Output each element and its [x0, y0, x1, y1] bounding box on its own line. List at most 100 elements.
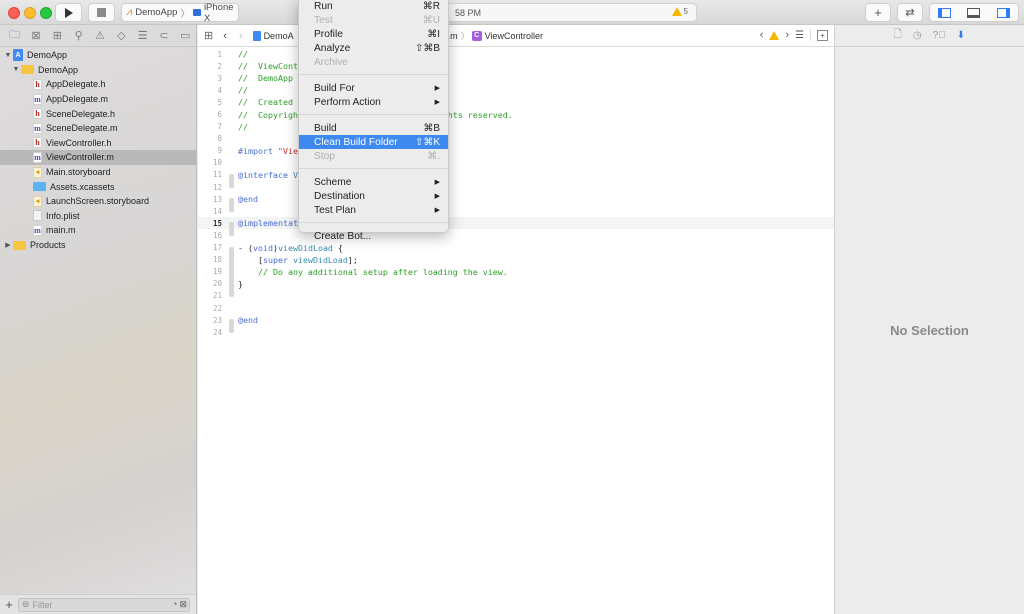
file-tree-item[interactable]: h SceneDelegate.h: [0, 106, 196, 121]
file-tree-item[interactable]: ◂ Main.storyboard: [0, 165, 196, 180]
menu-item-test-plan[interactable]: Test Plan ▶: [299, 203, 448, 217]
code-line[interactable]: 24: [198, 326, 834, 338]
menu-item-test[interactable]: Test ⌘U: [299, 13, 448, 27]
warning-icon[interactable]: ⚠: [89, 26, 110, 46]
code-line[interactable]: 5 // Created: [198, 96, 834, 108]
file-tree-item[interactable]: ▼ DemoApp: [0, 63, 196, 78]
file-tree-item[interactable]: h ViewController.h: [0, 136, 196, 151]
breadcrumb-file[interactable]: .m 〉: [448, 29, 470, 42]
stop-button[interactable]: [88, 3, 115, 22]
file-tree-item[interactable]: ◂ LaunchScreen.storyboard: [0, 194, 196, 209]
disclosure-expanded-icon[interactable]: ▼: [11, 66, 21, 73]
code-line[interactable]: 21: [198, 290, 834, 302]
menu-item-archive[interactable]: Archive: [299, 55, 448, 69]
test-diamond-icon[interactable]: ◇: [111, 26, 132, 46]
menu-item-profile[interactable]: Profile ⌘I: [299, 27, 448, 41]
add-file-button[interactable]: +: [0, 597, 18, 612]
code-line[interactable]: 8: [198, 133, 834, 145]
code-line[interactable]: 17- (void) viewDidLoad {: [198, 242, 834, 261]
menu-item-clean-build-folder[interactable]: Clean Build Folder ⇧⌘K: [299, 135, 448, 149]
library-button[interactable]: +: [865, 3, 891, 22]
breadcrumb-symbol[interactable]: C ViewController: [471, 30, 543, 41]
add-editor-icon[interactable]: +: [817, 29, 828, 41]
toggle-inspector-button[interactable]: [996, 7, 1010, 18]
run-button[interactable]: [55, 3, 82, 22]
warning-icon[interactable]: [769, 30, 780, 40]
file-inspector-icon[interactable]: 🗋: [894, 27, 902, 44]
code-line[interactable]: 12: [198, 181, 834, 193]
minimize-window-button[interactable]: [24, 7, 36, 19]
folder-icon[interactable]: 🗀: [4, 26, 25, 46]
menu-item-build[interactable]: Build ⌘B: [299, 121, 448, 135]
file-tree-item[interactable]: Assets.xcassets: [0, 179, 196, 194]
code-line[interactable]: 1 //: [198, 48, 834, 60]
code-token: [: [238, 254, 263, 265]
code-line[interactable]: 10: [198, 157, 834, 169]
search-icon[interactable]: ⚲: [68, 26, 89, 46]
breadcrumb-project[interactable]: DemoA: [252, 30, 294, 41]
file-tree-item[interactable]: m SceneDelegate.m: [0, 121, 196, 136]
code-line[interactable]: 2 // ViewCont: [198, 60, 834, 72]
symbol-hierarchy-icon[interactable]: ⊞: [47, 26, 68, 46]
menu-item-analyze[interactable]: Analyze ⇧⌘B: [299, 41, 448, 55]
code-token: #import: [238, 145, 278, 156]
code-line[interactable]: 18 [super viewDidLoad];: [198, 254, 834, 273]
code-line[interactable]: 6// Copyrigh ights reserved.: [198, 108, 834, 120]
toggle-debug-area-button[interactable]: [967, 7, 981, 18]
menu-item-run[interactable]: Run ⌘R: [299, 0, 448, 13]
file-tree-item[interactable]: Info.plist: [0, 209, 196, 224]
related-items-icon[interactable]: ⊞: [204, 29, 213, 42]
debug-icon[interactable]: ☰: [132, 26, 153, 46]
menu-item-scheme[interactable]: Scheme ▶: [299, 175, 448, 189]
toggle-navigator-button[interactable]: [938, 7, 952, 18]
code-line[interactable]: 7 //: [198, 121, 834, 133]
attributes-inspector-icon[interactable]: ⬇: [957, 30, 965, 41]
back-arrow-icon[interactable]: ‹: [223, 30, 227, 42]
code-line[interactable]: 20}: [198, 278, 834, 297]
menu-item-stop[interactable]: Stop ⌘.: [299, 149, 448, 163]
file-tree-item[interactable]: m AppDelegate.m: [0, 92, 196, 107]
warning-badge[interactable]: 5: [671, 7, 688, 16]
disclosure-collapsed-icon[interactable]: ▶: [3, 241, 13, 249]
code-line[interactable]: 9 #import "Vie: [198, 145, 834, 157]
breakpoint-icon[interactable]: ⊂: [153, 26, 174, 46]
editor-options-icon[interactable]: ☰: [795, 30, 804, 41]
file-tree-item[interactable]: h AppDelegate.h: [0, 77, 196, 92]
code-line[interactable]: 22: [198, 302, 834, 314]
previous-issue-icon[interactable]: ‹: [760, 29, 764, 41]
code-line[interactable]: 19 // Do any additional setup after load…: [198, 266, 834, 285]
menu-item-create-bot[interactable]: Create Bot...: [299, 229, 448, 243]
filter-input[interactable]: ⊜ Filter ◔ ⊠: [18, 597, 190, 612]
disclosure-expanded-icon[interactable]: ▼: [3, 52, 13, 59]
code-area[interactable]: 1 // 2 // ViewCont 3 // DemoApp 4 // 5 // Created…: [198, 47, 834, 338]
menu-item-destination[interactable]: Destination ▶: [299, 189, 448, 203]
recent-files-icon[interactable]: ◔: [172, 599, 177, 610]
menu-item-perform-action[interactable]: Perform Action ▶: [299, 95, 448, 109]
quick-help-icon[interactable]: ?⃝: [933, 30, 946, 41]
file-tree-item[interactable]: ▶ Products: [0, 238, 196, 253]
zoom-window-button[interactable]: [40, 7, 52, 19]
code-line[interactable]: 16: [198, 229, 834, 241]
next-issue-icon[interactable]: ›: [785, 29, 789, 41]
close-window-button[interactable]: [8, 7, 20, 19]
file-tree-item[interactable]: m ViewController.m: [0, 150, 196, 165]
objc-file-icon: m: [33, 151, 42, 163]
file-tree-item-label: SceneDelegate.m: [46, 123, 118, 134]
file-tree-item[interactable]: ▼ A DemoApp: [0, 48, 196, 63]
code-line[interactable]: 14: [198, 205, 834, 217]
source-control-icon[interactable]: ⊠: [25, 26, 46, 46]
forward-arrow-icon[interactable]: ›: [239, 30, 243, 42]
code-line[interactable]: 4 //: [198, 84, 834, 96]
history-inspector-icon[interactable]: ◷: [913, 30, 922, 41]
code-line[interactable]: 11 @interface V: [198, 169, 834, 188]
code-review-button[interactable]: ⇄: [897, 3, 923, 22]
code-line[interactable]: 13 @end: [198, 193, 834, 213]
code-line[interactable]: 23 @end: [198, 314, 834, 334]
scheme-selector[interactable]: ⩘ DemoApp 〉 iPhone X: [121, 2, 239, 24]
code-line[interactable]: 3 // DemoApp: [198, 72, 834, 84]
source-control-filter-icon[interactable]: ⊠: [179, 599, 187, 610]
file-tree-item[interactable]: m main.m: [0, 223, 196, 238]
menu-item-build-for[interactable]: Build For ▶: [299, 81, 448, 95]
report-icon[interactable]: ▭: [175, 26, 196, 46]
code-line[interactable]: 15 @implementat: [198, 217, 834, 237]
